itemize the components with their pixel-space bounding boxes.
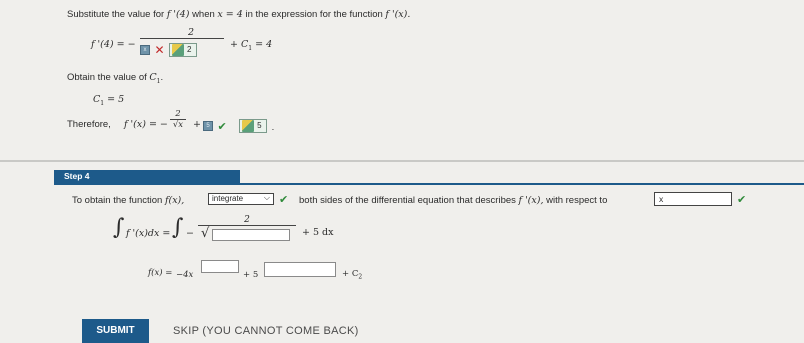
chevron-down-icon: ⌵ bbox=[263, 193, 270, 202]
punct: . bbox=[271, 122, 275, 133]
instruction-text: Obtain the value of bbox=[67, 72, 147, 83]
eq-rhs: + C1 = 4 bbox=[230, 39, 272, 52]
var-c: C bbox=[149, 72, 157, 83]
instruction-text: both sides of the differential equation … bbox=[299, 195, 516, 206]
instruction-text: when bbox=[192, 9, 215, 20]
answer-value: 2 bbox=[186, 44, 192, 54]
integral-neg: − bbox=[186, 228, 194, 239]
therefore-label: Therefore, bbox=[67, 119, 111, 130]
eq-fraction: 2 x ✕ 2 bbox=[140, 27, 224, 59]
therefore-input-row: 5 ✔ 5 . bbox=[203, 117, 274, 135]
therefore-lhs: f '(x) = − bbox=[124, 119, 168, 130]
pencil-icon bbox=[171, 43, 184, 56]
instruction-text: Substitute the value for bbox=[67, 9, 165, 20]
select-value: integrate bbox=[212, 194, 244, 203]
math-fprime: f '(x), bbox=[518, 195, 544, 206]
fx-constant: + C2 bbox=[342, 269, 362, 281]
fx-lhs: f(x) = bbox=[148, 268, 173, 278]
fx-plus1: + 5 bbox=[243, 270, 259, 280]
answer-value: 5 bbox=[257, 120, 262, 130]
instruction-text: To obtain the function bbox=[72, 195, 163, 206]
check-icon: ✔ bbox=[279, 193, 289, 206]
skip-link[interactable]: SKIP (YOU CANNOT COME BACK) bbox=[173, 319, 359, 343]
c1-sub: 1 bbox=[100, 99, 105, 107]
exponent-input[interactable] bbox=[201, 260, 239, 273]
substitute-instruction: Substitute the value for f '(4) when x =… bbox=[67, 9, 410, 20]
integral-sign-left: ∫ bbox=[113, 215, 125, 240]
check-icon: ✔ bbox=[737, 193, 747, 206]
denominator-small-box[interactable]: x bbox=[140, 44, 150, 55]
eq-numerator: 2 bbox=[188, 27, 195, 38]
integral-fraction: 2 √ bbox=[198, 215, 296, 243]
rhs-tail: = 4 bbox=[255, 39, 273, 50]
c1-rhs: = 5 bbox=[107, 94, 125, 105]
wrong-x-icon: ✕ bbox=[154, 42, 165, 57]
integral-lhs: f '(x)dx = bbox=[126, 228, 171, 239]
submit-button[interactable]: SUBMIT bbox=[82, 319, 149, 343]
c1-value: C1 = 5 bbox=[93, 94, 124, 107]
therefore-small-box[interactable]: 5 bbox=[203, 120, 213, 131]
input-value: x bbox=[659, 194, 664, 204]
sqrt-denominator: √ bbox=[198, 226, 296, 243]
step-instruction-b: both sides of the differential equation … bbox=[299, 195, 607, 206]
step-instruction-a: To obtain the function f(x), bbox=[72, 195, 184, 206]
integral-tail: + 5 dx bbox=[302, 227, 334, 238]
therefore-fraction: 2 √x bbox=[170, 109, 186, 130]
therefore-numerator: 2 bbox=[175, 109, 181, 119]
denominator-answer-box[interactable]: 2 bbox=[168, 42, 197, 57]
punct: . bbox=[160, 72, 164, 83]
math-fprimex: f '(x). bbox=[385, 9, 411, 20]
rhs-c: + C bbox=[230, 39, 249, 50]
obtain-instruction: Obtain the value of C1. bbox=[67, 72, 163, 85]
instruction-text: in the expression for the function bbox=[245, 9, 383, 20]
instruction-text: with respect to bbox=[546, 195, 608, 206]
linear-term-input[interactable] bbox=[264, 262, 336, 277]
step-label: Step 4 bbox=[54, 170, 240, 183]
pencil-icon bbox=[242, 119, 255, 132]
rhs-sub: 1 bbox=[248, 44, 253, 52]
fx-c: + C bbox=[342, 269, 359, 279]
eq-denominator: x ✕ 2 bbox=[140, 39, 224, 59]
fx-sub: 2 bbox=[358, 273, 363, 281]
check-icon: ✔ bbox=[217, 120, 227, 133]
sqrt-input[interactable] bbox=[212, 229, 290, 241]
eq-lhs: f '(4) = − bbox=[91, 39, 136, 50]
sqrt-icon: √ bbox=[201, 226, 210, 241]
math-fx: f(x), bbox=[164, 195, 185, 206]
math-x-eq: x = 4 bbox=[217, 9, 243, 20]
fx-coef: −4x bbox=[176, 270, 194, 280]
wrt-input[interactable]: x bbox=[654, 192, 732, 206]
operation-select[interactable]: integrate ⌵ bbox=[208, 193, 274, 205]
math-fprime4: f '(4) bbox=[166, 9, 190, 20]
step-rule bbox=[54, 183, 804, 185]
section-divider bbox=[0, 160, 804, 162]
therefore-plus: + bbox=[193, 119, 201, 130]
therefore-answer-box[interactable]: 5 bbox=[239, 118, 268, 133]
integral-sign-right: ∫ bbox=[172, 215, 184, 240]
integral-numerator: 2 bbox=[244, 215, 250, 225]
therefore-denominator: √x bbox=[172, 120, 184, 130]
